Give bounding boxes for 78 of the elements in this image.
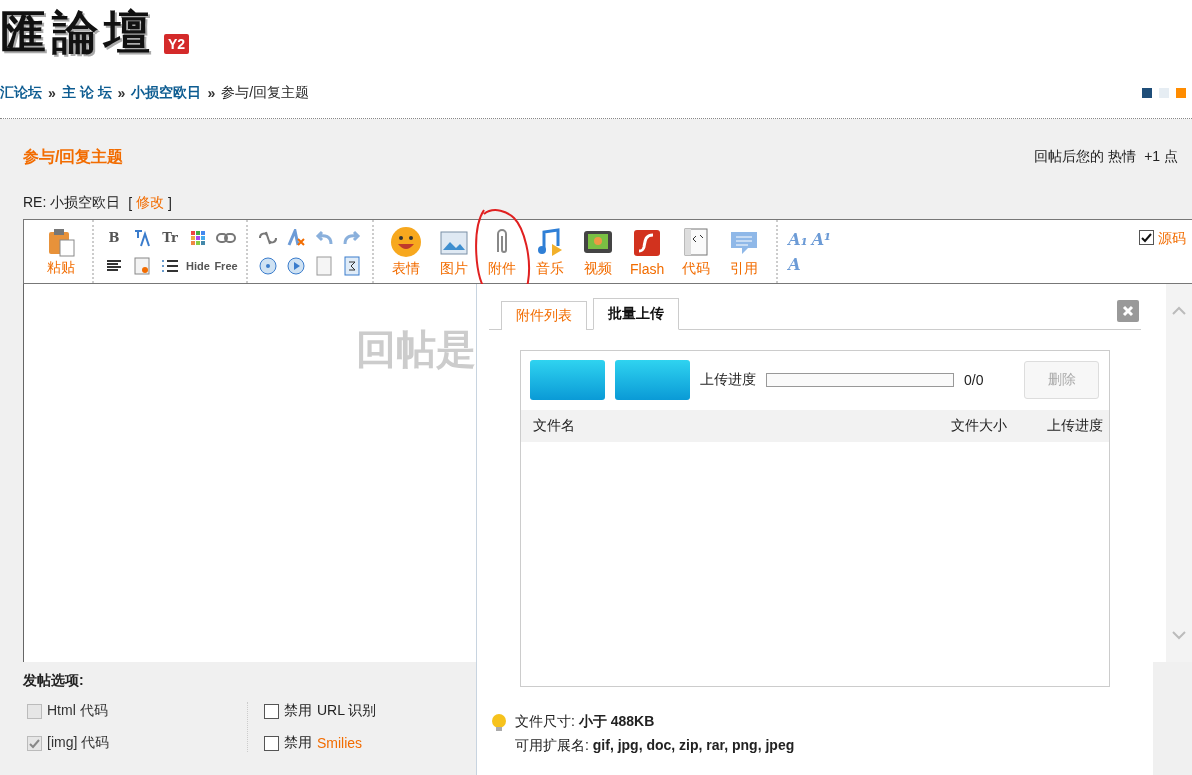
progress-label: 上传进度 (700, 371, 756, 389)
font-size-button[interactable]: A¹ (809, 229, 834, 249)
page-title: 参与/回复主题 (23, 146, 124, 167)
format-button[interactable]: Tr (158, 226, 182, 249)
paste-button[interactable]: 粘贴 (38, 226, 84, 277)
check-icon (29, 737, 40, 749)
reward-note: 回帖后您的 热情 +1 点 (1034, 148, 1178, 166)
checkbox[interactable] (264, 703, 279, 719)
blank-page-icon (316, 255, 332, 276)
option-label: URL 识别 (317, 702, 377, 720)
formula-page-icon (344, 255, 360, 276)
bracket: ] (168, 195, 172, 211)
format-button[interactable]: Free (214, 254, 238, 277)
insert-button[interactable]: Flash (622, 226, 673, 277)
option-label: 禁用 (284, 734, 312, 752)
option-label: [img] 代码 (47, 734, 110, 752)
format-button[interactable]: Hide (186, 254, 210, 277)
page-icon (134, 256, 150, 275)
checkbox[interactable] (264, 735, 279, 751)
breadcrumb-separator: » (117, 85, 126, 101)
undo-icon (315, 229, 333, 246)
browse-button[interactable] (530, 360, 605, 400)
subject-text: RE: 小损空欧日 (23, 194, 121, 212)
link-icon (216, 231, 236, 244)
insert-button[interactable]: 表情 (382, 225, 430, 278)
scroll-down-icon (1171, 630, 1187, 640)
font-size-button[interactable]: A₁ (786, 229, 810, 249)
options-title: 发帖选项: (23, 672, 85, 690)
panel-tab[interactable]: 批量上传 (593, 298, 679, 330)
lightbulb-icon (491, 713, 507, 733)
insert-button[interactable]: 代码 (672, 225, 721, 278)
check-icon (1141, 232, 1152, 243)
font-size-button[interactable]: A (786, 254, 803, 274)
extensions-note: 可用扩展名: gif, jpg, doc, zip, rar, png, jpeg (515, 737, 795, 755)
edit-link[interactable]: 修改 (136, 194, 164, 212)
breadcrumb-link[interactable]: 主 论 坛 (61, 84, 112, 102)
column-header: 文件名 (533, 417, 576, 435)
close-icon (1122, 305, 1134, 317)
option-link[interactable]: Smilies (317, 735, 363, 751)
source-label: 源码 (1158, 230, 1186, 248)
column-header: 文件大小 (951, 417, 1007, 435)
disc-icon (258, 255, 278, 276)
upload-button[interactable] (615, 360, 690, 400)
style-swatch[interactable] (1142, 88, 1152, 98)
current-page-text: 参与/回复主题 (221, 84, 310, 102)
align-icon (106, 258, 122, 273)
insert-button[interactable]: 附件 (478, 225, 526, 278)
bracket: [ (127, 195, 132, 211)
play-disc-icon (286, 255, 306, 276)
breadcrumb-separator: » (48, 85, 56, 101)
scroll-up-icon (1171, 306, 1187, 316)
clipboard-icon (46, 226, 76, 257)
insert-button[interactable]: 音乐 (526, 225, 574, 278)
style-swatch[interactable] (1159, 88, 1169, 98)
insert-button[interactable]: 图片 (430, 225, 478, 278)
panel-tab[interactable]: 附件列表 (501, 301, 587, 330)
smiley-icon (390, 225, 422, 258)
checkbox[interactable] (1139, 230, 1154, 245)
insert-button[interactable]: 引用 (720, 225, 769, 278)
color-grid-icon (190, 229, 206, 246)
logo-badge: Y2 (164, 34, 190, 54)
option-label: 禁用 (284, 702, 312, 720)
close-button[interactable] (1117, 300, 1139, 322)
redo-icon (343, 229, 361, 246)
option-label: Html 代码 (47, 702, 108, 720)
font-icon (132, 227, 152, 248)
column-header: 上传进度 (1047, 417, 1103, 435)
insert-button[interactable]: 视频 (574, 225, 622, 278)
format-button[interactable]: B (102, 226, 126, 249)
breadcrumb-separator: » (207, 85, 216, 101)
progress-count: 0/0 (964, 372, 984, 388)
size-limit-note: 文件尺寸: 小于 488KB (515, 713, 656, 731)
forum-logo: 匯論壇 (0, 4, 156, 60)
breadcrumb-link[interactable]: 汇论坛 (0, 84, 42, 102)
clear-format-icon (286, 228, 306, 247)
list-icon (161, 258, 179, 273)
style-swatch[interactable] (1176, 88, 1186, 98)
breadcrumb-link[interactable]: 小损空欧日 (131, 84, 202, 102)
